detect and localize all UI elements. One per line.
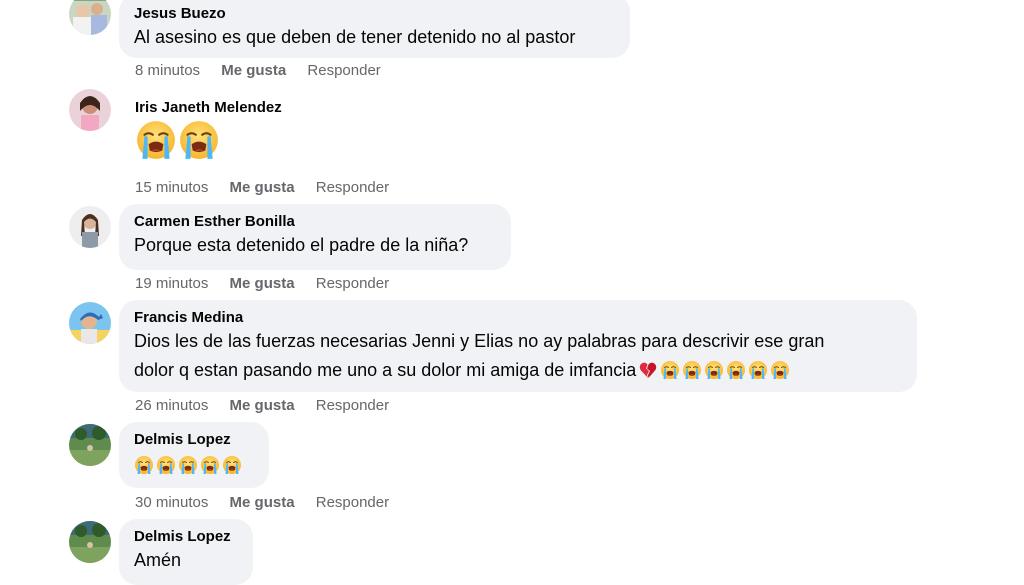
reply-button[interactable]: Responder	[316, 179, 389, 196]
comment-body: Iris Janeth Melendez	[135, 98, 282, 163]
loudly-crying-face-icon	[156, 455, 176, 475]
loudly-crying-face-icon	[726, 360, 746, 380]
comment-actions: 15 minutos Me gusta Responder	[135, 179, 406, 196]
loudly-crying-face-icon	[682, 360, 702, 380]
comment-author[interactable]: Iris Janeth Melendez	[135, 98, 282, 117]
comment-text: dolor q estan pasando me uno a su dolor …	[134, 356, 902, 385]
reply-button[interactable]: Responder	[316, 275, 389, 292]
avatar[interactable]	[69, 521, 111, 563]
comment-timestamp[interactable]: 19 minutos	[135, 275, 208, 292]
loudly-crying-face-icon	[200, 455, 220, 475]
comment-author[interactable]: Delmis Lopez	[134, 430, 254, 449]
loudly-crying-face-icon	[178, 455, 198, 475]
comment-timestamp[interactable]: 15 minutos	[135, 179, 208, 196]
comment-bubble: Delmis Lopez Amén	[119, 519, 253, 585]
loudly-crying-face-icon	[770, 360, 790, 380]
comment-timestamp[interactable]: 30 minutos	[135, 494, 208, 511]
loudly-crying-face-icon	[660, 360, 680, 380]
comment-actions: 8 minutos Me gusta Responder	[135, 62, 398, 79]
comment-bubble: Carmen Esther Bonilla Porque esta deteni…	[119, 204, 511, 270]
comment-author[interactable]: Carmen Esther Bonilla	[134, 212, 496, 231]
avatar[interactable]	[69, 424, 111, 466]
loudly-crying-face-icon	[222, 455, 242, 475]
comment-text: Dios les de las fuerzas necesarias Jenni…	[134, 331, 825, 351]
broken-heart-icon	[638, 360, 658, 380]
avatar[interactable]	[69, 89, 111, 131]
comment-author[interactable]: Jesus Buezo	[134, 4, 615, 23]
comment-emojis	[135, 119, 282, 163]
loudly-crying-face-icon	[135, 119, 177, 161]
comment-timestamp[interactable]: 26 minutos	[135, 397, 208, 414]
comment-text: Al asesino es que deben de tener detenid…	[134, 27, 576, 47]
comment-text: Amén	[134, 550, 182, 570]
comment-actions: 30 minutos Me gusta Responder	[135, 494, 406, 511]
comment-bubble: Delmis Lopez	[119, 422, 269, 488]
like-button[interactable]: Me gusta	[230, 397, 295, 414]
avatar[interactable]	[69, 0, 111, 35]
like-button[interactable]: Me gusta	[230, 275, 295, 292]
like-button[interactable]: Me gusta	[221, 62, 286, 79]
comment-actions: 26 minutos Me gusta Responder	[135, 397, 406, 414]
loudly-crying-face-icon	[704, 360, 724, 380]
loudly-crying-face-icon	[748, 360, 768, 380]
avatar[interactable]	[69, 302, 111, 344]
comment-timestamp[interactable]: 8 minutos	[135, 62, 200, 79]
reply-button[interactable]: Responder	[316, 397, 389, 414]
avatar[interactable]	[69, 206, 111, 248]
comment-emojis	[134, 449, 254, 480]
comment-author[interactable]: Delmis Lopez	[134, 527, 238, 546]
like-button[interactable]: Me gusta	[230, 494, 295, 511]
comment-author[interactable]: Francis Medina	[134, 308, 902, 327]
comment-bubble: Francis Medina Dios les de las fuerzas n…	[119, 300, 917, 392]
like-button[interactable]: Me gusta	[230, 179, 295, 196]
comment-actions: 19 minutos Me gusta Responder	[135, 275, 406, 292]
comment-text-line: dolor q estan pasando me uno a su dolor …	[134, 360, 637, 380]
comment-bubble: Jesus Buezo Al asesino es que deben de t…	[119, 0, 630, 58]
comment-text: Porque esta detenido el padre de la niña…	[134, 235, 469, 255]
loudly-crying-face-icon	[178, 119, 220, 161]
loudly-crying-face-icon	[134, 455, 154, 475]
reply-button[interactable]: Responder	[307, 62, 380, 79]
reply-button[interactable]: Responder	[316, 494, 389, 511]
